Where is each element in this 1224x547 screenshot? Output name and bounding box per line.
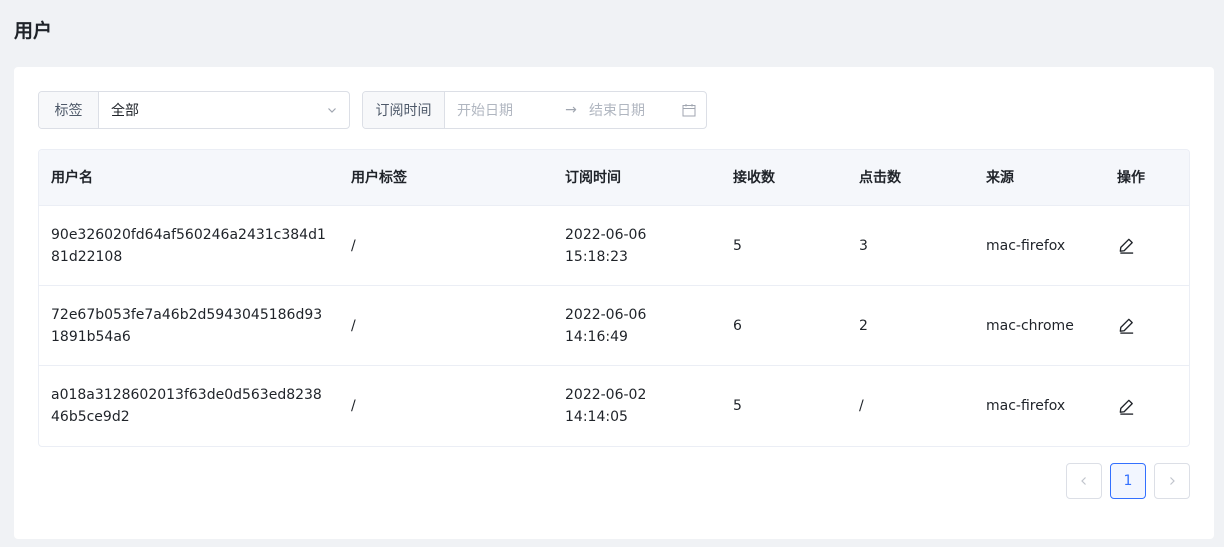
- clicks-cell: /: [859, 398, 864, 414]
- subscribe-date: 2022-06-02: [565, 387, 647, 403]
- tag-select-value: 全部: [111, 103, 139, 119]
- actions-cell: [1105, 236, 1189, 255]
- prev-page-button[interactable]: [1066, 463, 1102, 499]
- start-date-input[interactable]: 开始日期: [457, 100, 557, 120]
- tag-filter-label: 标签: [39, 92, 99, 128]
- edit-icon[interactable]: [1117, 397, 1136, 416]
- column-header-username: 用户名: [51, 169, 93, 186]
- tag-select[interactable]: 全部: [99, 92, 349, 128]
- subscribe-time: 14:16:49: [565, 328, 628, 345]
- next-page-button[interactable]: [1154, 463, 1190, 499]
- edit-icon[interactable]: [1117, 236, 1136, 255]
- subscribe-time-cell: 2022-06-06 14:16:49: [553, 304, 721, 348]
- calendar-icon: [682, 104, 696, 117]
- users-table: 用户名 用户标签 订阅时间 接收数 点击数 来源 操作 90e326020fd6…: [38, 149, 1190, 447]
- table-row: 72e67b053fe7a46b2d5943045186d931891b54a6…: [39, 286, 1189, 366]
- chevron-left-icon: [1081, 477, 1086, 485]
- column-header-clicks: 点击数: [859, 169, 901, 186]
- chevron-right-icon: [1170, 477, 1175, 485]
- subscribe-time-cell: 2022-06-06 15:18:23: [553, 224, 721, 268]
- subscribe-time: 15:18:23: [565, 248, 628, 265]
- table-header: 用户名 用户标签 订阅时间 接收数 点击数 来源 操作: [39, 150, 1189, 206]
- column-header-source: 来源: [986, 169, 1014, 186]
- actions-cell: [1105, 397, 1189, 416]
- user-tag-cell: /: [351, 398, 356, 414]
- tag-filter: 标签 全部: [38, 91, 350, 129]
- chevron-down-icon: [328, 108, 336, 113]
- page-number-button[interactable]: 1: [1110, 463, 1146, 499]
- username-cell: 90e326020fd64af560246a2431c384d181d22108: [51, 226, 326, 265]
- page-title: 用户: [14, 20, 53, 42]
- received-cell: 5: [733, 237, 742, 254]
- subscribe-date: 2022-06-06: [565, 226, 647, 243]
- user-tag-cell: /: [351, 317, 356, 334]
- main-card: 标签 全部 订阅时间 开始日期 → 结束日期 用户名 用户标签 订阅时间 接收数…: [14, 67, 1214, 539]
- column-header-subscribe-time: 订阅时间: [565, 169, 621, 186]
- table-row: 90e326020fd64af560246a2431c384d181d22108…: [39, 206, 1189, 286]
- table-row: a018a3128602013f63de0d563ed823846b5ce9d2…: [39, 366, 1189, 446]
- username-cell: 72e67b053fe7a46b2d5943045186d931891b54a6: [51, 306, 323, 345]
- clicks-cell: 2: [859, 317, 868, 334]
- source-cell: mac-chrome: [986, 317, 1074, 334]
- subscribe-date: 2022-06-06: [565, 306, 647, 323]
- edit-icon[interactable]: [1117, 316, 1136, 335]
- subscribe-time: 14:14:05: [565, 409, 628, 425]
- received-cell: 5: [733, 398, 742, 414]
- subscribe-time-label: 订阅时间: [363, 92, 445, 128]
- source-cell: mac-firefox: [986, 237, 1066, 254]
- clicks-cell: 3: [859, 237, 868, 254]
- source-cell: mac-firefox: [986, 398, 1066, 414]
- column-header-received: 接收数: [733, 169, 775, 186]
- received-cell: 6: [733, 317, 742, 334]
- subscribe-time-filter: 订阅时间 开始日期 → 结束日期: [362, 91, 707, 129]
- end-date-input[interactable]: 结束日期: [585, 100, 682, 120]
- column-header-actions: 操作: [1117, 169, 1145, 186]
- column-header-user-tag: 用户标签: [351, 169, 407, 186]
- arrow-right-icon: →: [565, 102, 577, 118]
- user-tag-cell: /: [351, 237, 356, 254]
- username-cell: a018a3128602013f63de0d563ed823846b5ce9d2: [51, 387, 322, 425]
- subscribe-time-cell: 2022-06-02 14:14:05: [553, 384, 721, 428]
- date-range-picker[interactable]: 开始日期 → 结束日期: [445, 92, 706, 128]
- actions-cell: [1105, 316, 1189, 335]
